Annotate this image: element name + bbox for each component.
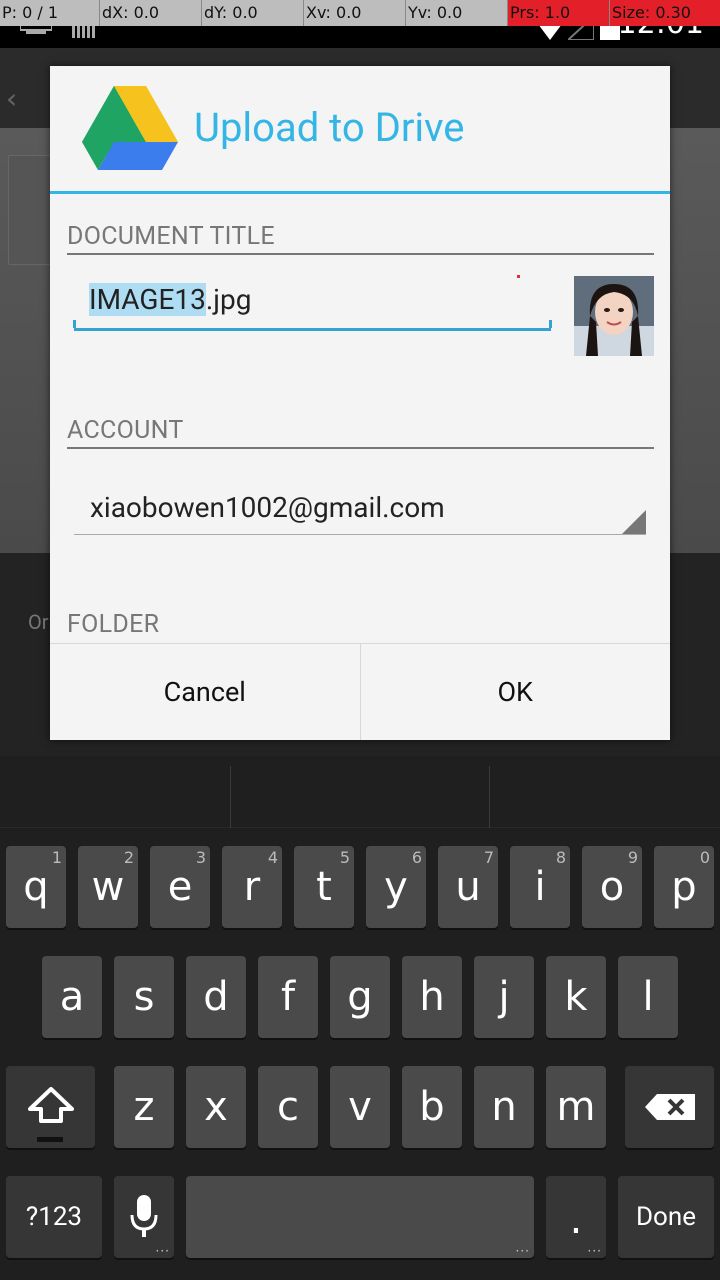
key-hint: 5	[339, 848, 350, 867]
debug-dy: dY: 0.0	[202, 0, 304, 26]
pointer-debug-overlay: P: 0 / 1 dX: 0.0 dY: 0.0 Xv: 0.0 Yv: 0.0…	[0, 0, 720, 26]
key-d[interactable]: d	[186, 956, 246, 1038]
key-label: p	[671, 864, 697, 910]
key-y[interactable]: y6	[366, 846, 426, 928]
debug-size: Size: 0.30	[610, 0, 720, 26]
key-v[interactable]: v	[330, 1066, 390, 1148]
document-title-input[interactable]: IMAGE13.jpg	[73, 273, 552, 331]
document-title-label: DOCUMENT TITLE	[67, 222, 654, 255]
debug-pointer: P: 0 / 1	[0, 0, 100, 26]
key-n[interactable]: n	[474, 1066, 534, 1148]
key-label: u	[455, 864, 481, 910]
suggestion-divider	[489, 766, 490, 828]
key-l[interactable]: l	[618, 956, 678, 1038]
cancel-button[interactable]: Cancel	[50, 644, 360, 740]
suggestion-strip[interactable]	[0, 756, 720, 828]
account-spinner[interactable]: xiaobowen1002@gmail.com	[74, 477, 646, 535]
key-b[interactable]: b	[402, 1066, 462, 1148]
account-value: xiaobowen1002@gmail.com	[90, 491, 445, 524]
key-hint: 1	[51, 848, 62, 867]
key-s[interactable]: s	[114, 956, 174, 1038]
key-label: i	[534, 864, 546, 910]
key-hint: 6	[411, 848, 422, 867]
suggestion-divider	[230, 766, 231, 828]
key-t[interactable]: t5	[294, 846, 354, 928]
key-hint: 9	[627, 848, 638, 867]
key-a[interactable]: a	[42, 956, 102, 1038]
debug-pressure: Prs: 1.0	[508, 0, 610, 26]
key-o[interactable]: o9	[582, 846, 642, 928]
filename-extension: .jpg	[205, 283, 252, 316]
key-h[interactable]: h	[402, 956, 462, 1038]
key-label: w	[91, 864, 125, 910]
debug-yv: Yv: 0.0	[406, 0, 508, 26]
key-w[interactable]: w2	[78, 846, 138, 928]
space-key[interactable]: ···	[186, 1176, 534, 1258]
key-q[interactable]: q1	[6, 846, 66, 928]
key-k[interactable]: k	[546, 956, 606, 1038]
debug-xv: Xv: 0.0	[304, 0, 406, 26]
debug-dx: dX: 0.0	[100, 0, 202, 26]
key-c[interactable]: c	[258, 1066, 318, 1148]
key-hint: 4	[267, 848, 278, 867]
ok-button[interactable]: OK	[359, 644, 671, 740]
key-label: o	[599, 864, 625, 910]
key-f[interactable]: f	[258, 956, 318, 1038]
key-m[interactable]: m	[546, 1066, 606, 1148]
key-hint: 2	[123, 848, 134, 867]
key-p[interactable]: p0	[654, 846, 714, 928]
done-key[interactable]: Done	[618, 1176, 714, 1258]
key-x[interactable]: x	[186, 1066, 246, 1148]
dialog-button-bar: Cancel OK	[50, 643, 670, 740]
back-chevron-icon: ‹	[6, 82, 18, 115]
key-label: t	[316, 864, 332, 910]
key-e[interactable]: e3	[150, 846, 210, 928]
google-drive-logo-icon	[82, 86, 178, 170]
key-label: r	[243, 864, 261, 910]
key-label: q	[23, 864, 49, 910]
key-z[interactable]: z	[114, 1066, 174, 1148]
key-hint: 8	[555, 848, 566, 867]
voice-input-key[interactable]: ···	[114, 1176, 174, 1258]
shift-key[interactable]	[6, 1066, 95, 1148]
more-dots-icon: ···	[515, 1244, 530, 1258]
key-j[interactable]: j	[474, 956, 534, 1038]
account-label: ACCOUNT	[67, 416, 654, 449]
key-u[interactable]: u7	[438, 846, 498, 928]
shift-icon	[27, 1087, 74, 1123]
upload-to-drive-dialog: Upload to Drive DOCUMENT TITLE IMAGE13.j…	[50, 66, 670, 740]
key-hint: 7	[483, 848, 494, 867]
soft-keyboard: q1w2e3r4t5y6u7i8o9p0 asdfghjkl zxcvbnm ?…	[0, 756, 720, 1280]
dialog-title: Upload to Drive	[194, 104, 465, 151]
key-g[interactable]: g	[330, 956, 390, 1038]
image-thumbnail	[574, 276, 654, 356]
dialog-content[interactable]: DOCUMENT TITLE IMAGE13.jpg ACCOUNT xiaob…	[50, 197, 670, 643]
background-lower-text: Or	[28, 610, 49, 634]
folder-label: FOLDER	[67, 610, 160, 639]
more-dots-icon: ···	[587, 1244, 602, 1258]
key-hint: 0	[699, 848, 710, 867]
symbols-key[interactable]: ?123	[6, 1176, 102, 1258]
dialog-header: Upload to Drive	[50, 66, 670, 194]
key-r[interactable]: r4	[222, 846, 282, 928]
key-label: e	[167, 864, 193, 910]
key-i[interactable]: i8	[510, 846, 570, 928]
backspace-key[interactable]	[625, 1066, 714, 1148]
microphone-icon	[130, 1195, 158, 1237]
period-key[interactable]: . ···	[546, 1176, 606, 1258]
dropdown-triangle-icon	[622, 510, 646, 534]
backspace-icon	[644, 1094, 695, 1120]
period-label: .	[569, 1197, 583, 1243]
selected-text: IMAGE13	[89, 283, 206, 316]
more-dots-icon: ···	[155, 1244, 170, 1258]
key-hint: 3	[195, 848, 206, 867]
key-label: y	[384, 864, 408, 910]
